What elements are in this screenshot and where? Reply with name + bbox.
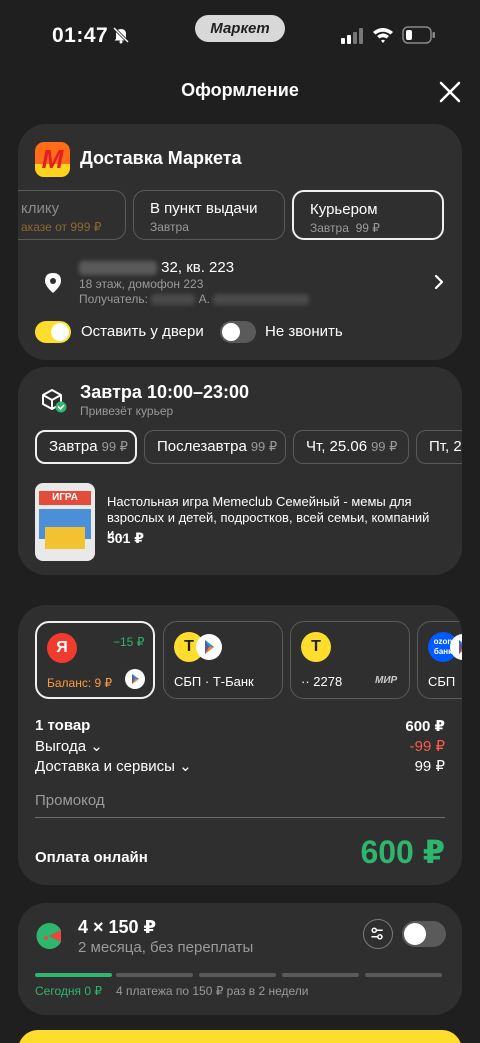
no-call-toggle[interactable] — [220, 321, 256, 343]
promo-code-input[interactable]: Промокод — [35, 792, 445, 818]
leave-at-door-label: Оставить у двери — [81, 323, 204, 340]
delivery-card: М Доставка Маркета клику аказе от 999 ₽ … — [18, 124, 462, 360]
close-icon[interactable] — [436, 78, 464, 106]
balance-discount: −15 ₽ — [113, 635, 145, 649]
split-settings-button[interactable] — [363, 919, 393, 949]
product-price: 501 ₽ — [107, 530, 144, 546]
leave-at-door-toggle[interactable] — [35, 321, 71, 343]
day-option-friday[interactable]: Пт, 26 — [416, 430, 462, 464]
delivery-slot-card: Завтра 10:00–23:00 Привезёт курьер Завтр… — [18, 367, 462, 575]
wifi-icon — [373, 28, 393, 43]
address-street[interactable]: 32, кв. 223 — [79, 259, 234, 276]
sbp-icon — [196, 634, 222, 660]
split-progress-segment — [282, 973, 359, 977]
delivery-options: клику аказе от 999 ₽ В пункт выдачи Завт… — [18, 188, 462, 244]
address-recipient: Получатель: А. — [79, 292, 310, 306]
delivery-option-courier[interactable]: Курьером Завтра 99 ₽ — [292, 190, 444, 240]
payment-method-yandex-balance[interactable]: Я −15 ₽ Баланс: 9 ₽ — [35, 621, 155, 699]
ozon-sbp-label: СБП — [428, 674, 456, 689]
signal-icon — [341, 28, 363, 44]
day-option-tomorrow[interactable]: Завтра 99 ₽ — [35, 430, 137, 464]
payment-card: Я −15 ₽ Баланс: 9 ₽ Т СБП · Т-Банк Т ·· … — [18, 605, 462, 885]
no-call-label: Не звонить — [265, 323, 343, 340]
product-name[interactable]: Настольная игра Memeclub Семейный - мемы… — [107, 494, 447, 542]
payment-method-card-2278[interactable]: Т ·· 2278 МИР — [290, 621, 410, 699]
location-pin-icon — [45, 273, 61, 293]
parcel-check-icon — [42, 389, 67, 413]
product-image[interactable]: ИГРА — [35, 483, 95, 561]
sbp-icon — [125, 669, 145, 689]
payment-methods: Я −15 ₽ Баланс: 9 ₽ Т СБП · Т-Банк Т ·· … — [18, 621, 462, 701]
split-progress-segment — [365, 973, 442, 977]
summary-items: 1 товар 600 ₽ — [35, 717, 445, 735]
app-pill[interactable]: Маркет — [195, 15, 285, 42]
split-toggle[interactable] — [402, 921, 446, 947]
sbp-icon — [450, 634, 462, 660]
slot-subtitle: Привезёт курьер — [80, 404, 174, 418]
pay-online-label: Оплата онлайн — [35, 849, 148, 866]
address-details: 18 этаж, домофон 223 — [79, 277, 204, 291]
split-subtitle: 2 месяца, без переплаты — [78, 939, 254, 956]
balance-label: Баланс: 9 ₽ — [47, 676, 113, 690]
summary-savings[interactable]: Выгода ⌄ -99 ₽ — [35, 737, 445, 755]
sbp-tbank-label: СБП · Т-Банк — [174, 674, 254, 689]
split-note: 4 платежа по 150 ₽ раз в 2 недели — [116, 984, 309, 998]
card-number-label: ·· 2278 — [301, 674, 343, 689]
split-progress-segment — [116, 973, 193, 977]
address-redacted — [79, 261, 157, 276]
payment-method-sbp-tbank[interactable]: Т СБП · Т-Банк — [163, 621, 283, 699]
chevron-right-icon[interactable] — [432, 272, 446, 292]
sliders-icon — [371, 927, 383, 940]
split-progress-segment — [35, 973, 112, 977]
order-total: 600 ₽ — [360, 834, 445, 870]
status-time: 01:47 — [52, 24, 109, 47]
split-logo-icon — [36, 923, 61, 949]
day-option-after-tomorrow[interactable]: Послезавтра 99 ₽ — [144, 430, 286, 464]
status-bar: 01:47 Маркет — [0, 0, 480, 70]
delivery-title: Доставка Маркета — [80, 148, 242, 168]
slot-title: Завтра 10:00–23:00 — [80, 382, 250, 402]
delivery-option-pickup-point[interactable]: В пункт выдачи Завтра — [133, 190, 285, 240]
day-option-thursday[interactable]: Чт, 25.06 99 ₽ — [293, 430, 409, 464]
split-payment-card: 4 × 150 ₽ 2 месяца, без переплаты Сегодн… — [18, 903, 462, 1015]
checkout-button[interactable] — [18, 1030, 462, 1043]
tbank-card-logo-icon: Т — [301, 632, 331, 662]
split-title: 4 × 150 ₽ — [78, 917, 157, 937]
mir-logo: МИР — [375, 675, 398, 686]
battery-icon — [402, 26, 435, 44]
page-title: Оформление — [181, 80, 299, 100]
bell-muted-icon — [112, 26, 130, 44]
split-today: Сегодня 0 ₽ — [35, 984, 102, 998]
market-logo: М — [35, 142, 70, 177]
delivery-option-pickup-click[interactable]: клику аказе от 999 ₽ — [18, 190, 126, 240]
summary-delivery[interactable]: Доставка и сервисы ⌄ 99 ₽ — [35, 757, 445, 775]
yandex-logo-icon: Я — [47, 633, 77, 663]
payment-method-ozon-sbp[interactable]: ozon банк СБП — [417, 621, 462, 699]
split-progress-segment — [199, 973, 276, 977]
